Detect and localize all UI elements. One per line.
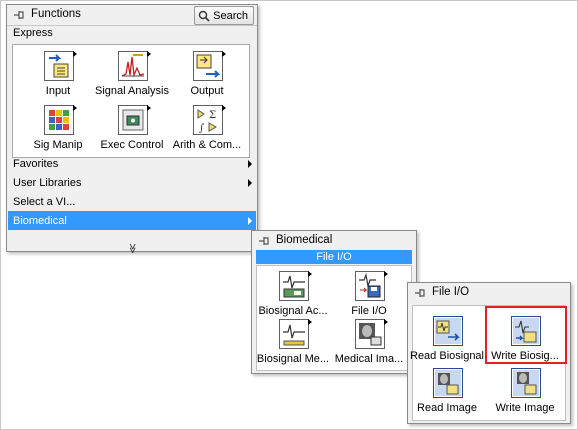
category-user-libraries[interactable]: User Libraries	[8, 173, 256, 192]
tile-label: Arith & Com...	[172, 139, 242, 151]
submenu-arrow-icon	[147, 105, 151, 111]
tile-output[interactable]: Output	[169, 51, 245, 99]
tile-biosignal-acquisition[interactable]: Biosignal Ac...	[255, 271, 331, 319]
row-label: Select a VI...	[13, 195, 76, 208]
submenu-arrow-icon	[73, 51, 77, 57]
write-biosignal-highlight	[485, 306, 567, 364]
read-image-icon	[433, 368, 463, 398]
medical-image-icon	[355, 319, 388, 349]
tile-arith-compare[interactable]: Σ ∫ Arith & Com...	[169, 105, 245, 153]
row-label: User Libraries	[13, 176, 82, 189]
search-button-label: Search	[213, 9, 248, 22]
row-label: Biomedical	[13, 214, 67, 227]
output-icon	[193, 51, 226, 81]
biosignal-measure-icon	[279, 319, 312, 349]
biomedical-palette-title: Biomedical	[276, 234, 333, 246]
submenu-arrow-icon	[308, 271, 312, 277]
chevron-right-icon	[248, 160, 252, 168]
tile-label: Write Image	[495, 402, 555, 414]
functions-palette-title: Functions	[31, 8, 81, 20]
tile-input[interactable]: Input	[20, 51, 96, 99]
tile-file-io[interactable]: File I/O	[331, 271, 407, 319]
exec-control-icon	[118, 105, 151, 135]
tile-label: Output	[190, 85, 224, 97]
svg-text:Σ: Σ	[209, 110, 216, 121]
file-io-palette-title: File I/O	[432, 286, 470, 298]
tile-signal-analysis[interactable]: Signal Analysis	[94, 51, 170, 99]
submenu-arrow-icon	[384, 271, 388, 277]
svg-text:∫: ∫	[199, 123, 204, 134]
pin-icon[interactable]	[413, 286, 427, 300]
express-category[interactable]: Express	[8, 24, 256, 42]
search-button[interactable]: Search	[194, 6, 254, 25]
biosignal-acquisition-icon	[279, 271, 312, 301]
tile-medical-image[interactable]: Medical Ima...	[331, 319, 407, 367]
file-io-icon	[355, 271, 388, 301]
express-tile-group: Input Signal Analysis Output Sig Manip E…	[12, 44, 250, 158]
chevron-right-icon	[248, 179, 252, 187]
write-image-icon	[511, 368, 541, 398]
biomedical-palette-header: Biomedical	[252, 231, 416, 251]
file-io-palette-header: File I/O	[408, 283, 570, 303]
submenu-arrow-icon	[308, 319, 312, 325]
read-biosignal-icon	[433, 316, 463, 346]
input-icon	[44, 51, 77, 81]
sig-manip-icon	[44, 105, 77, 135]
submenu-arrow-icon	[384, 319, 388, 325]
submenu-arrow-icon	[147, 51, 151, 57]
signal-analysis-icon	[118, 51, 151, 81]
more-categories-button[interactable]: ≫	[7, 243, 257, 254]
biomedical-tile-group: Biosignal Ac... File I/O Biosignal Me...…	[256, 265, 412, 371]
submenu-arrow-icon	[222, 105, 226, 111]
search-icon	[198, 10, 210, 22]
express-label: Express	[13, 27, 53, 39]
category-favorites[interactable]: Favorites	[8, 154, 256, 173]
pin-icon[interactable]	[12, 8, 26, 22]
biomedical-palette: Biomedical File I/O Biosignal Ac... File…	[251, 230, 417, 374]
tile-biosignal-measure[interactable]: Biosignal Me...	[255, 319, 331, 367]
chevron-right-icon	[248, 217, 252, 225]
submenu-arrow-icon	[222, 51, 226, 57]
double-chevron-down-icon: ≫	[126, 243, 138, 254]
arith-compare-icon: Σ ∫	[193, 105, 226, 135]
functions-palette: Functions Search Express Input Signal An…	[6, 4, 258, 254]
category-select-a-vi[interactable]: Select a VI...	[8, 192, 256, 211]
functions-palette-header: Functions Search	[7, 5, 257, 26]
row-label: Favorites	[13, 157, 59, 170]
tile-exec-control[interactable]: Exec Control	[94, 105, 170, 153]
tile-label: File I/O	[351, 305, 387, 317]
tile-read-biosignal[interactable]: Read Biosignal	[409, 316, 485, 364]
tile-read-image[interactable]: Read Image	[409, 368, 485, 416]
pin-icon[interactable]	[257, 234, 271, 248]
category-biomedical[interactable]: Biomedical	[8, 211, 256, 230]
submenu-arrow-icon	[73, 105, 77, 111]
tile-sig-manip[interactable]: Sig Manip	[20, 105, 96, 153]
file-io-section-header[interactable]: File I/O	[256, 250, 412, 264]
tile-write-image[interactable]: Write Image	[487, 368, 563, 416]
